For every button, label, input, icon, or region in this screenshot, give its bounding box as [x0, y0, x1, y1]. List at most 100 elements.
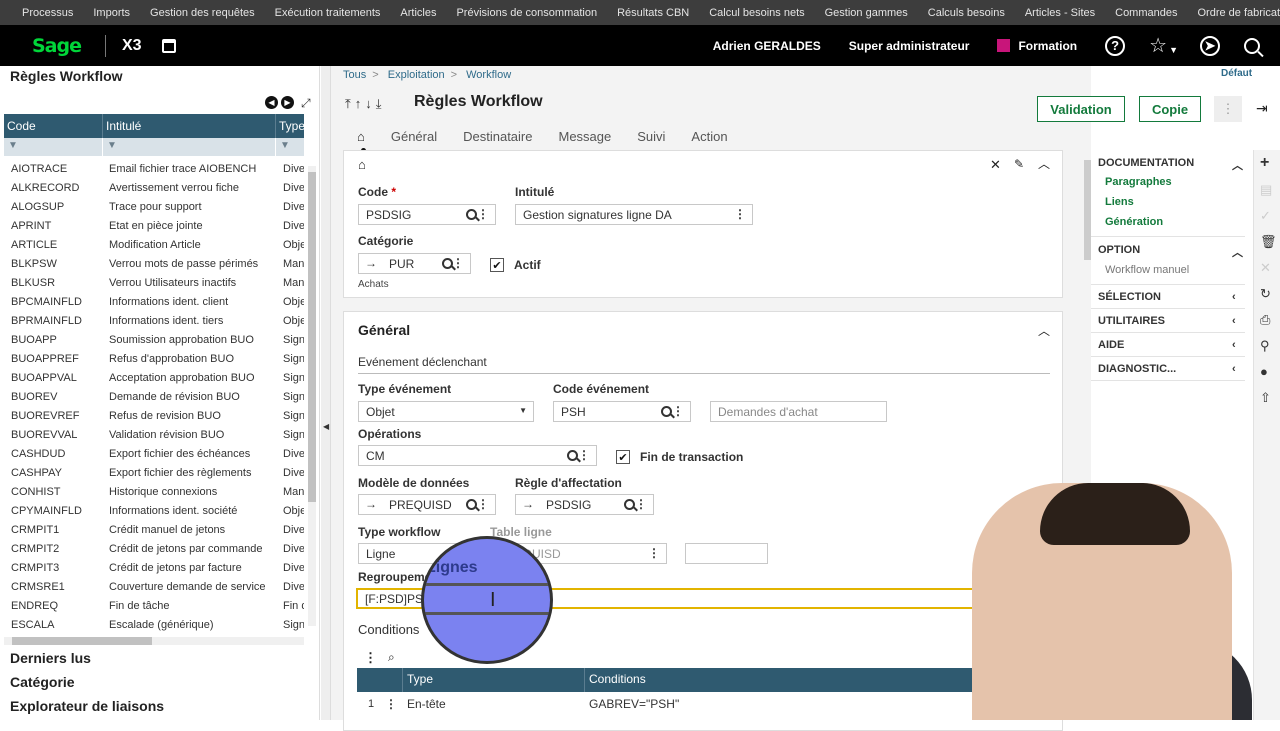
code-field[interactable]: PSDSIG ⋮ — [358, 204, 496, 225]
list-item[interactable]: CRMPIT3 Crédit de jetons par facture Diver — [4, 558, 304, 577]
top-menu-item[interactable]: Exécution traitements — [265, 7, 391, 19]
tab-destinataire[interactable]: Destinataire — [463, 129, 532, 144]
link-liens[interactable]: Liens — [1105, 196, 1134, 208]
horizontal-scrollbar[interactable] — [4, 637, 304, 645]
print-icon[interactable]: ⎙ — [1260, 312, 1270, 328]
search-icon[interactable]: ⌕ — [388, 650, 395, 665]
modele-field[interactable]: → PREQUISD ⋮ — [358, 494, 496, 515]
list-item[interactable]: CRMPIT2 Crédit de jetons par commande Dive… — [4, 539, 304, 558]
intitule-field[interactable]: Gestion signatures ligne DA ⋮ — [515, 204, 753, 225]
list-item[interactable]: CRMSRE1 Couverture demande de service Dive… — [4, 577, 304, 596]
chevron-up-icon[interactable]: ︿ — [1038, 322, 1050, 339]
copy-icon[interactable]: ▤ — [1260, 182, 1272, 198]
top-menu-item[interactable]: Processus — [12, 7, 83, 19]
column-conditions[interactable]: Conditions — [585, 668, 987, 692]
top-menu-item[interactable]: Gestion des requêtes — [140, 7, 265, 19]
breadcrumb-exploitation[interactable]: Exploitation — [388, 69, 445, 81]
calendar-icon[interactable] — [161, 38, 176, 53]
table-row[interactable]: 1 ⋮ En-tête GABREV="PSH" — [357, 693, 987, 715]
list-item[interactable]: ALKRECORD Avertissement verrou fiche Diver — [4, 178, 304, 197]
folder-name[interactable]: Formation — [1018, 39, 1077, 53]
list-item[interactable]: BPCMAINFLD Informations ident. client Obje — [4, 292, 304, 311]
column-intitule[interactable]: Intitulé — [103, 114, 276, 138]
top-menu-item[interactable]: Prévisions de consommation — [446, 7, 607, 19]
list-item[interactable]: CONHIST Historique connexions Manu — [4, 482, 304, 501]
expand-icon[interactable]: ⤢ — [301, 96, 311, 111]
categorie-field[interactable]: → PUR ⋮ — [358, 253, 471, 274]
column-type[interactable]: Type — [276, 114, 305, 138]
top-menu-item[interactable]: Commandes — [1105, 7, 1187, 19]
section-categorie[interactable]: Catégorie — [10, 674, 75, 690]
list-item[interactable]: BUOAPPREF Refus d'approbation BUO Signa — [4, 349, 304, 368]
check-icon[interactable]: ✓ — [1260, 208, 1271, 224]
home-icon[interactable]: ⌂ — [357, 129, 365, 144]
code-evenement-field[interactable]: PSH ⋮ — [553, 401, 691, 422]
column-type[interactable]: Type — [403, 668, 585, 692]
top-menu-item[interactable]: Calculs besoins — [918, 7, 1015, 19]
user-role[interactable]: Super administrateur — [849, 39, 970, 53]
fin-transaction-checkbox[interactable]: ✔ — [616, 450, 630, 464]
panel-splitter[interactable]: ◀ — [321, 66, 331, 720]
list-item[interactable]: BLKPSW Verrou mots de passe périmés Manu — [4, 254, 304, 273]
tab-general[interactable]: Général — [391, 129, 437, 144]
utilitaires-section[interactable]: UTILITAIRES ‹ — [1098, 315, 1236, 327]
regle-field[interactable]: → PSDSIG ⋮ — [515, 494, 654, 515]
documentation-section[interactable]: DOCUMENTATION ︿ — [1098, 157, 1243, 172]
filter-icon[interactable]: ▼ — [276, 138, 304, 156]
list-item[interactable]: BLKUSR Verrou Utilisateurs inactifs Manu — [4, 273, 304, 292]
more-icon[interactable]: ⋮ — [364, 650, 377, 666]
previous-icon[interactable]: ◀ — [265, 96, 278, 109]
compass-icon[interactable]: ➤ — [1200, 35, 1220, 56]
link-generation[interactable]: Génération — [1105, 216, 1163, 228]
record-navigation-icons[interactable]: ⤒↑↓⤓ — [345, 96, 386, 112]
next-icon[interactable]: ▶ — [281, 96, 294, 109]
more-icon[interactable]: ⋮ — [385, 697, 403, 711]
add-icon[interactable]: + — [1260, 154, 1269, 172]
copie-button[interactable]: Copie — [1139, 96, 1201, 122]
top-menu-item[interactable]: Gestion gammes — [815, 7, 918, 19]
list-item[interactable]: BUOREVVAL Validation révision BUO Signa — [4, 425, 304, 444]
list-item[interactable]: ARTICLE Modification Article Obje — [4, 235, 304, 254]
list-item[interactable]: BPRMAINFLD Informations ident. tiers Obje — [4, 311, 304, 330]
vertical-scrollbar[interactable] — [308, 166, 316, 626]
top-menu-item[interactable]: Ordre de fabrication — [1187, 7, 1280, 19]
chevron-down-icon[interactable]: ▼ — [1169, 45, 1178, 55]
user-name[interactable]: Adrien GERALDES — [713, 39, 821, 53]
list-item[interactable]: ESCALA Escalade (générique) Signa — [4, 615, 304, 634]
type-evenement-select[interactable]: Objet ▼ — [358, 401, 534, 422]
list-item[interactable]: CPYMAINFLD Informations ident. société Obj… — [4, 501, 304, 520]
breadcrumb-workflow[interactable]: Workflow — [466, 69, 511, 81]
search-icon[interactable] — [1244, 37, 1260, 54]
home-icon[interactable]: ⌂ — [358, 157, 366, 172]
comment-icon[interactable]: ● — [1260, 364, 1268, 379]
breadcrumb-tous[interactable]: Tous — [343, 69, 366, 81]
section-explorateur[interactable]: Explorateur de liaisons — [10, 698, 164, 714]
list-item[interactable]: AIOTRACE Email fichier trace AIOBENCH Dive… — [4, 159, 304, 178]
option-workflow-manuel[interactable]: Workflow manuel — [1105, 264, 1189, 276]
close-tools-icon[interactable]: ✕ — [990, 157, 1001, 173]
chevron-up-icon[interactable]: ︿ — [1038, 155, 1050, 172]
top-menu-item[interactable]: Articles - Sites — [1015, 7, 1105, 19]
star-icon[interactable]: ☆ — [1149, 33, 1167, 58]
edit-icon[interactable]: ✎ — [1014, 157, 1024, 171]
aide-section[interactable]: AIDE ‹ — [1098, 339, 1236, 351]
list-item[interactable]: CRMPIT1 Crédit manuel de jetons Diver — [4, 520, 304, 539]
list-item[interactable]: CASHDUD Export fichier des échéances Diver — [4, 444, 304, 463]
help-icon[interactable]: ? — [1105, 35, 1126, 56]
exit-icon[interactable]: ⇥ — [1256, 100, 1268, 117]
list-item[interactable]: BUOAPPVAL Acceptation approbation BUO Sign… — [4, 368, 304, 387]
option-section[interactable]: OPTION ︿ — [1098, 244, 1243, 259]
tab-suivi[interactable]: Suivi — [637, 129, 665, 144]
top-menu-item[interactable]: Articles — [390, 7, 446, 19]
list-item[interactable]: BUOREV Demande de révision BUO Signa — [4, 387, 304, 406]
top-menu-item[interactable]: Imports — [83, 7, 140, 19]
link-paragraphes[interactable]: Paragraphes — [1105, 176, 1172, 188]
filter-icon[interactable]: ▼ — [4, 138, 103, 156]
filter-icon[interactable]: ▼ — [103, 138, 276, 156]
validation-button[interactable]: Validation — [1037, 96, 1125, 122]
list-item[interactable]: BUOAPP Soumission approbation BUO Signa — [4, 330, 304, 349]
diagnostic-section[interactable]: DIAGNOSTIC... ‹ — [1098, 363, 1236, 375]
list-item[interactable]: APRINT Etat en pièce jointe Diver — [4, 216, 304, 235]
more-actions-button[interactable]: ⋮ — [1214, 96, 1242, 122]
cancel-icon[interactable]: ✕ — [1260, 260, 1271, 276]
